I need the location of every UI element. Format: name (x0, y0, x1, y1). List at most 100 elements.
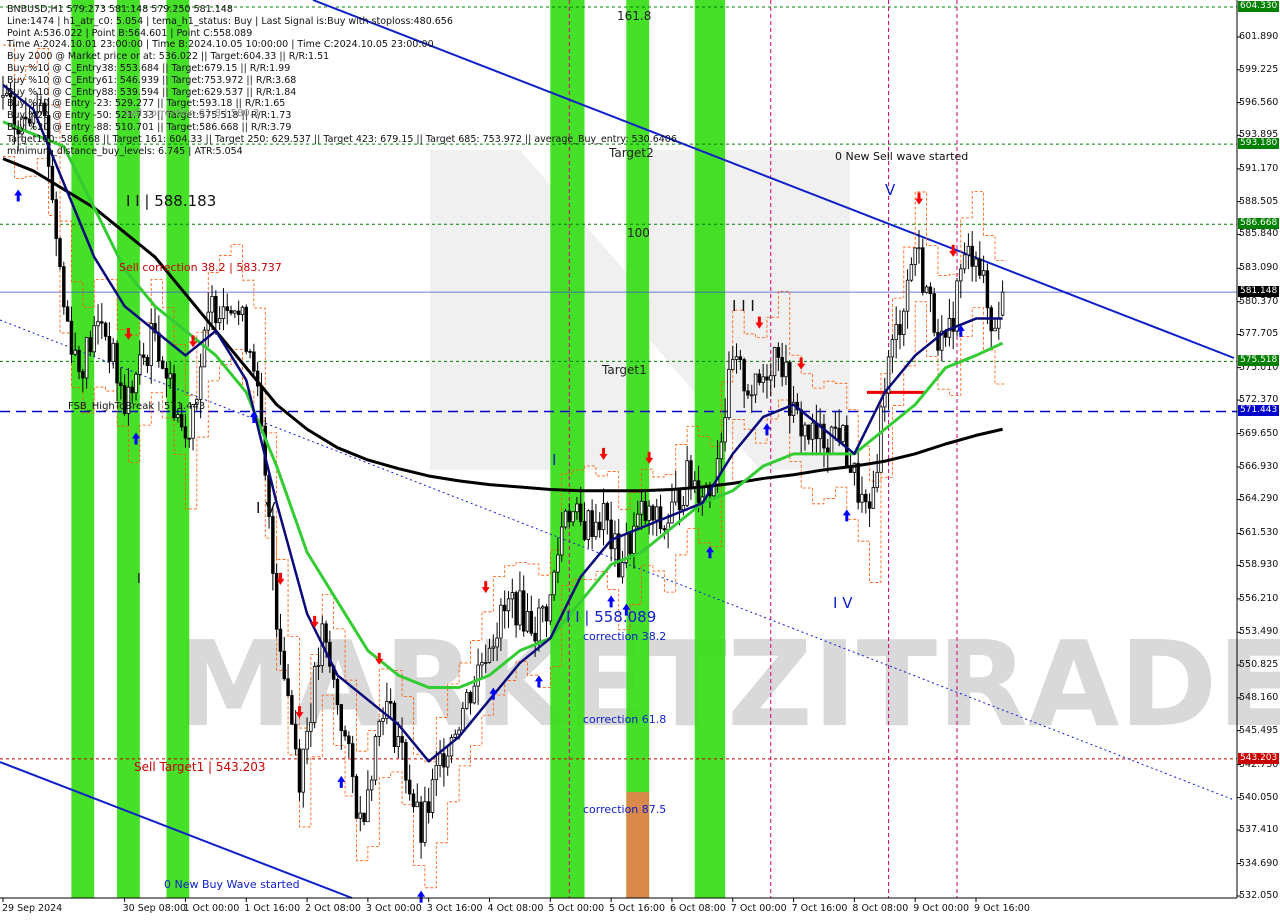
candle-body (628, 533, 632, 554)
candle-body (335, 678, 340, 705)
annotation-sell-target1: Sell Target1 | 543.203 (134, 760, 266, 774)
candle-body (917, 247, 921, 250)
candle-body (134, 373, 138, 394)
y-tick-label: 591.170 (1239, 162, 1279, 174)
candle-body (761, 376, 765, 383)
annotation-sell-correction-38: Sell correction 38.2 | 583.737 (119, 261, 282, 274)
candle-body (685, 460, 689, 506)
y-tick-label: 569.650 (1239, 427, 1279, 439)
candle-body (445, 755, 450, 768)
candle-body (339, 704, 343, 732)
info-panel: BNBUSD,H1 579.273 581.148 579.250 581.14… (7, 4, 677, 157)
candle-body (590, 510, 594, 538)
candle-body (609, 519, 613, 550)
candle-body (875, 471, 879, 488)
candle-body (544, 606, 549, 622)
candle-body (841, 425, 845, 442)
candle-body (453, 733, 458, 738)
candle-body (381, 717, 385, 722)
candle-body (119, 382, 123, 386)
candle-body (533, 632, 537, 642)
candle-body (981, 270, 986, 276)
y-tick-label: 596.560 (1239, 96, 1279, 108)
candle-body (271, 516, 275, 574)
candle-body (928, 286, 933, 295)
candle-body (138, 354, 142, 375)
candle-body (221, 306, 226, 319)
chart-container: MARKETZITRADE BNBUSD,H1 579.273 581.148 … (0, 0, 1280, 920)
price-tag: 604.330 (1238, 1, 1280, 12)
price-tag: 581.148 (1238, 286, 1280, 298)
candle-body (867, 501, 872, 509)
candle-body (586, 510, 591, 540)
price-tag: 593.180 (1238, 138, 1280, 150)
candle-body (753, 373, 758, 396)
info-line: Buy %10 @ C_Entry61: 546.939 || Target:7… (7, 74, 297, 86)
candle-body (864, 493, 868, 503)
candle-body (107, 335, 112, 363)
x-tick-label: 2 Oct 08:00 (305, 903, 361, 914)
candle-body (176, 414, 180, 419)
annotation-target2: Target2 (609, 146, 654, 160)
candle-body (244, 306, 248, 352)
annotation-wave-iv-blue: I V (833, 594, 853, 612)
candle-body (647, 505, 651, 521)
candle-body (689, 460, 693, 489)
candle-body (457, 729, 461, 735)
candle-body (145, 357, 150, 366)
y-tick-label: 534.690 (1239, 857, 1279, 869)
x-tick-label: 4 Oct 08:00 (487, 903, 544, 914)
annotation-100: 100 (627, 226, 650, 240)
candle-body (1000, 291, 1005, 316)
candle-body (670, 501, 674, 524)
candle-body (233, 310, 237, 314)
candle-body (100, 321, 104, 324)
candle-body (677, 489, 682, 511)
y-tick-label: 566.930 (1239, 460, 1279, 472)
candle-body (932, 293, 936, 333)
candle-body (301, 748, 305, 793)
candle-body (73, 349, 77, 355)
y-tick-label: 561.530 (1239, 527, 1279, 539)
info-line: Line:1474 | h1_atr_c0: 5.054 | tema_h1_s… (7, 15, 453, 27)
candle-body (803, 424, 807, 437)
candle-body (312, 666, 317, 723)
annotation-wave-iv-black: I V (256, 499, 276, 517)
candle-body (521, 590, 526, 632)
price-tag: 543.203 (1238, 752, 1280, 764)
x-tick-label: 3 Oct 00:00 (365, 903, 422, 914)
candle-body (613, 533, 617, 550)
y-tick-label: 548.160 (1239, 691, 1279, 703)
x-tick-label: 8 Oct 08:00 (852, 903, 909, 914)
candle-body (65, 306, 70, 322)
candle-body (373, 736, 378, 781)
symbol-line: BNBUSD,H1 579.273 581.148 579.250 581.14… (7, 4, 233, 15)
candle-body (236, 310, 241, 315)
candle-body (168, 373, 172, 379)
candle-body (442, 753, 446, 768)
candle-body (449, 737, 454, 757)
candle-body (461, 708, 465, 731)
y-tick-label: 540.050 (1239, 791, 1279, 803)
y-tick-label: 553.490 (1239, 626, 1279, 638)
candle-body (537, 607, 541, 642)
candle-body (305, 730, 309, 750)
candle-body (780, 357, 784, 378)
candle-body (366, 789, 370, 823)
candle-body (240, 306, 245, 315)
candle-body (396, 736, 401, 748)
candle-body (636, 513, 640, 527)
candle-body (993, 327, 997, 332)
candle-body (495, 637, 499, 648)
x-tick-label: 30 Sep 08:00 (122, 903, 187, 914)
price-tag: 586.668 (1238, 218, 1280, 230)
annotation-fsb: FSB_HighToBreak | 571.443 (68, 401, 206, 412)
candle-body (540, 606, 545, 609)
candle-body (58, 238, 62, 268)
candle-body (309, 721, 313, 732)
annotation-new-buy-wave: 0 New Buy Wave started (164, 878, 300, 891)
candle-body (966, 245, 971, 256)
y-tick-label: 599.225 (1239, 63, 1279, 75)
candle-body (491, 646, 496, 649)
candle-body (502, 604, 507, 612)
